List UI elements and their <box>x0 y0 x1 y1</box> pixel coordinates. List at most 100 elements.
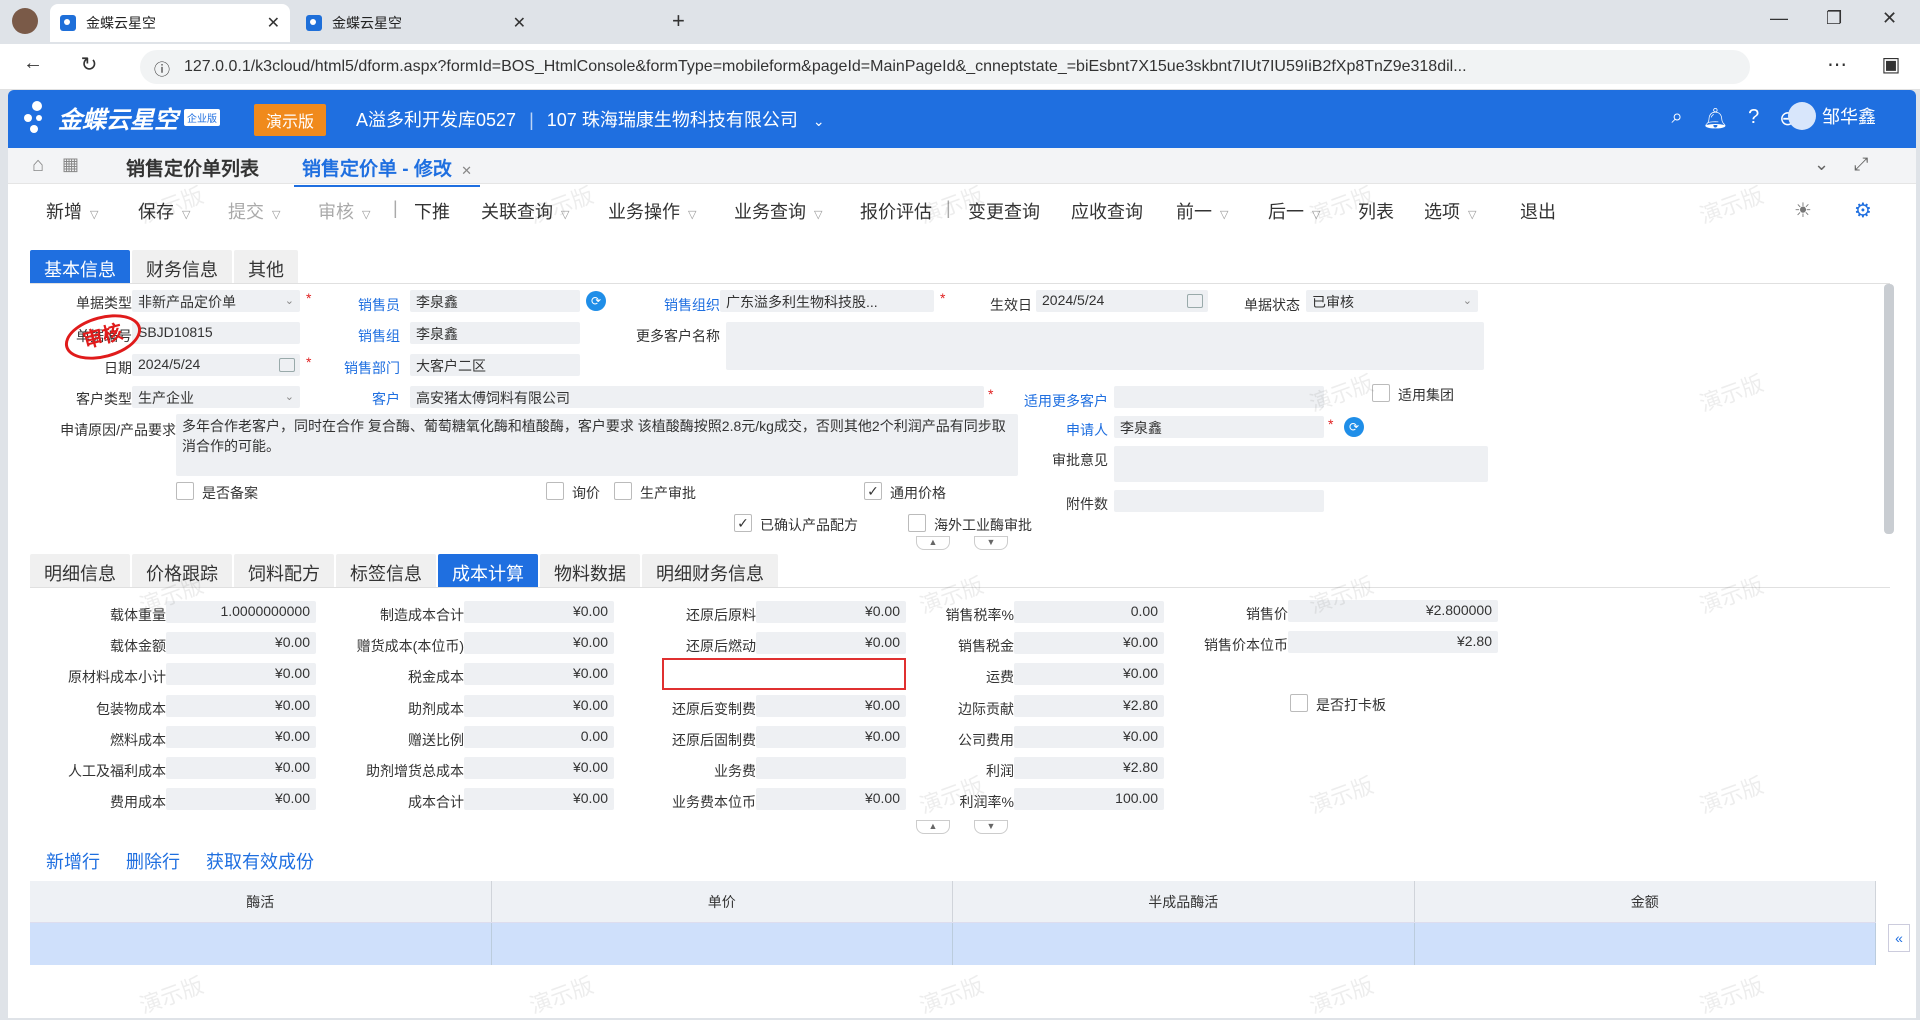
cost-value-field[interactable]: 0.00 <box>1014 601 1164 623</box>
tab-detail-finance[interactable]: 明细财务信息 <box>642 554 778 587</box>
cost-value-field[interactable]: ¥0.00 <box>464 601 614 623</box>
tab-price-edit[interactable]: 销售定价单 - 修改 ✕ <box>294 154 481 187</box>
table-cell[interactable] <box>492 923 953 965</box>
doc-type-select[interactable]: 非新产品定价单 ⌄ <box>132 290 300 312</box>
info-icon[interactable]: ⓘ <box>154 56 170 80</box>
user-menu[interactable]: 邹华鑫 <box>1788 102 1876 130</box>
salesdept-field[interactable]: 大客户二区 <box>410 354 580 376</box>
browser-tab[interactable]: 金蝶云星空 ✕ <box>296 4 536 42</box>
sun-icon[interactable]: ☀ <box>1794 198 1812 223</box>
cost-value-field[interactable]: 0.00 <box>464 725 614 748</box>
minimize-icon[interactable]: — <box>1770 8 1788 29</box>
options-button[interactable]: 选项 ▽ <box>1424 198 1476 224</box>
gear-icon[interactable]: ⚙ <box>1854 198 1872 223</box>
doc-no-field[interactable]: SBJD10815 <box>132 322 300 344</box>
collapse-icon[interactable]: ⌄ <box>1814 154 1829 175</box>
reload-icon[interactable]: ↻ <box>74 52 104 77</box>
cost-value-field[interactable]: ¥0.00 <box>1014 725 1164 748</box>
column-header[interactable]: 单价 <box>492 881 953 922</box>
table-cell[interactable] <box>1415 923 1876 965</box>
profile-avatar[interactable] <box>12 8 38 34</box>
salesorg-field[interactable]: 广东溢多利生物科技股... <box>720 290 934 312</box>
date-field[interactable]: 2024/5/24 <box>132 354 300 376</box>
biz-query-button[interactable]: 业务查询 ▽ <box>734 198 822 224</box>
cost-value-field[interactable]: ¥0.00 <box>166 757 316 779</box>
opinion-field[interactable] <box>1114 446 1488 482</box>
scrollbar[interactable] <box>1884 284 1894 534</box>
cost-value-field[interactable]: ¥0.00 <box>464 788 614 811</box>
tab-price-list[interactable]: 销售定价单列表 <box>126 154 259 181</box>
submit-button[interactable]: 提交 ▽ <box>228 198 280 224</box>
tab-other[interactable]: 其他 <box>234 250 298 283</box>
sync-icon[interactable]: ⟳ <box>1344 417 1364 437</box>
attach-field[interactable] <box>1114 490 1324 512</box>
sale-price-base-field[interactable]: ¥2.80 <box>1288 631 1498 653</box>
cost-value-field[interactable]: ¥0.00 <box>756 632 906 655</box>
reason-textarea[interactable]: 多年合作老客户，同时在合作 复合酶、葡萄糖氧化酶和植酸酶，客户要求 该植酸酶按照… <box>176 414 1018 476</box>
overseas-checkbox[interactable] <box>908 514 926 532</box>
maximize-icon[interactable]: ❐ <box>1826 8 1842 29</box>
table-cell[interactable] <box>30 923 492 965</box>
cost-value-field[interactable]: ¥0.00 <box>166 632 316 655</box>
new-button[interactable]: 新增 ▽ <box>46 198 98 224</box>
cost-value-field[interactable]: ¥2.80 <box>1014 757 1164 779</box>
close-icon[interactable]: ✕ <box>461 163 472 178</box>
calendar-icon[interactable] <box>1187 294 1203 308</box>
effdate-field[interactable]: 2024/5/24 <box>1036 290 1208 312</box>
bell-icon[interactable]: 🔔︎ <box>1703 106 1728 131</box>
cost-value-field[interactable]: ¥0.00 <box>1014 663 1164 686</box>
browser-tab-active[interactable]: 金蝶云星空 ✕ <box>50 4 290 42</box>
collapse-up-icon[interactable]: ▲ <box>916 820 950 834</box>
cost-value-field[interactable]: ¥0.00 <box>756 694 906 717</box>
biz-op-button[interactable]: 业务操作 ▽ <box>608 198 696 224</box>
audit-button[interactable]: 审核 ▽ <box>318 198 370 224</box>
add-row-button[interactable]: 新增行 <box>46 848 100 874</box>
delete-row-button[interactable]: 删除行 <box>126 848 180 874</box>
cost-value-field[interactable]: ¥0.00 <box>166 663 316 686</box>
search-icon[interactable]: ⌕ <box>1672 106 1683 131</box>
sidebar-icon[interactable]: ▣ <box>1876 52 1906 77</box>
url-field[interactable]: ⓘ 127.0.0.1/k3cloud/html5/dform.aspx?for… <box>140 50 1750 84</box>
calendar-icon[interactable] <box>279 358 295 372</box>
cost-value-field[interactable]: ¥2.80 <box>1014 694 1164 717</box>
close-tab-icon[interactable]: ✕ <box>513 13 526 33</box>
cost-value-field[interactable]: ¥0.00 <box>166 725 316 748</box>
help-icon[interactable]: ? <box>1748 106 1759 131</box>
table-row[interactable] <box>30 923 1876 965</box>
column-header[interactable]: 金额 <box>1415 881 1876 922</box>
column-header[interactable]: 酶活 <box>30 881 492 922</box>
ar-query-button[interactable]: 应收查询 <box>1071 198 1143 224</box>
tab-detail[interactable]: 明细信息 <box>30 554 130 587</box>
confirmed-formula-checkbox[interactable]: ✓ <box>734 514 752 532</box>
menu-icon[interactable]: ⋯ <box>1822 52 1852 77</box>
table-cell[interactable] <box>953 923 1415 965</box>
salesgroup-field[interactable]: 李泉鑫 <box>410 322 580 344</box>
cost-value-field[interactable]: ¥0.00 <box>464 694 614 717</box>
cost-value-field[interactable]: ¥0.00 <box>166 694 316 717</box>
new-tab-icon[interactable]: + <box>672 8 685 34</box>
more-applicable-field[interactable] <box>1114 386 1324 408</box>
inquiry-checkbox[interactable] <box>546 482 564 500</box>
tab-feed-formula[interactable]: 饲料配方 <box>234 554 334 587</box>
expand-down-icon[interactable]: ▼ <box>974 536 1008 550</box>
expand-down-icon[interactable]: ▼ <box>974 820 1008 834</box>
tab-material-data[interactable]: 物料数据 <box>540 554 640 587</box>
cost-value-field[interactable]: ¥0.00 <box>756 788 906 811</box>
cust-type-select[interactable]: 生产企业 ⌄ <box>132 386 300 408</box>
cost-value-field[interactable]: ¥0.00 <box>1014 632 1164 655</box>
status-select[interactable]: 已审核 ⌄ <box>1306 290 1478 312</box>
cost-value-field[interactable] <box>756 757 906 779</box>
exit-button[interactable]: 退出 <box>1520 198 1556 224</box>
push-button[interactable]: 下推 <box>414 198 450 224</box>
cost-value-field[interactable]: ¥0.00 <box>464 632 614 655</box>
cost-value-field[interactable]: ¥0.00 <box>756 601 906 623</box>
applicant-field[interactable]: 李泉鑫 <box>1114 416 1324 438</box>
column-header[interactable]: 半成品酶活 <box>953 881 1415 922</box>
tab-finance-info[interactable]: 财务信息 <box>132 250 232 283</box>
cost-value-field[interactable]: ¥0.00 <box>464 757 614 779</box>
general-price-checkbox[interactable]: ✓ <box>864 482 882 500</box>
cost-value-field[interactable]: ¥0.00 <box>166 788 316 811</box>
sync-icon[interactable]: ⟳ <box>586 291 606 311</box>
tab-cost-calc[interactable]: 成本计算 <box>438 554 538 587</box>
highlight-field[interactable] <box>662 658 906 690</box>
